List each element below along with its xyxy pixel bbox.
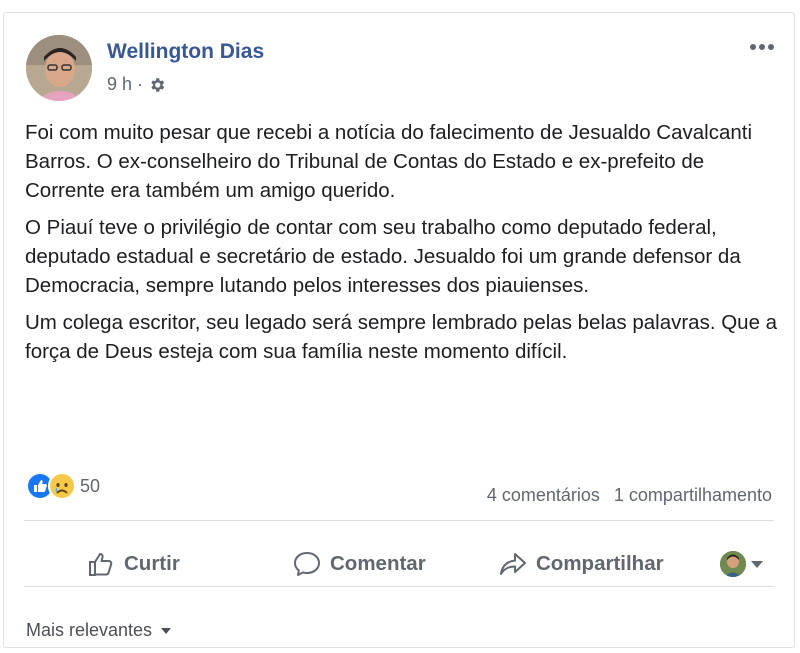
viewer-avatar (720, 551, 746, 577)
post-paragraph: Foi com muito pesar que recebi a notícia… (25, 121, 753, 202)
thumbs-up-icon (89, 553, 113, 576)
reaction-count: 50 (80, 475, 101, 496)
share-label: Compartilhar (536, 552, 664, 575)
gear-icon[interactable] (148, 76, 166, 94)
comment-sort-dropdown[interactable]: Mais relevantes (26, 620, 172, 641)
author-avatar[interactable] (26, 35, 92, 101)
divider (24, 586, 774, 587)
meta-separator: · (137, 74, 144, 94)
comment-icon (294, 552, 320, 576)
post-paragraph: Um colega escritor, seu legado será semp… (25, 311, 778, 363)
reactions-summary[interactable]: 50 (26, 472, 100, 500)
chevron-down-icon (751, 561, 763, 568)
avatar-photo (26, 35, 92, 101)
divider (24, 520, 774, 521)
sad-icon (48, 472, 76, 500)
post-as-selector[interactable] (720, 551, 764, 577)
engagement-counts: 4 comentários 1 compartilhamento (487, 485, 772, 506)
post-card: Wellington Dias 9 h · Foi com muito pesa… (3, 12, 795, 648)
author-name[interactable]: Wellington Dias (107, 40, 264, 64)
share-icon (500, 553, 526, 575)
caret-down-icon (161, 627, 172, 634)
sort-label: Mais relevantes (26, 620, 153, 640)
comments-count-link[interactable]: 4 comentários (487, 485, 600, 506)
post-body: Foi com muito pesar que recebi a notícia… (25, 118, 785, 374)
more-options-icon[interactable] (748, 37, 776, 57)
post-time[interactable]: 9 h (107, 74, 132, 95)
shares-count-link[interactable]: 1 compartilhamento (614, 485, 772, 506)
like-label: Curtir (124, 552, 180, 575)
post-paragraph: O Piauí teve o privilégio de contar com … (25, 216, 741, 297)
post-meta: 9 h · (107, 74, 166, 95)
comment-label: Comentar (330, 552, 426, 575)
